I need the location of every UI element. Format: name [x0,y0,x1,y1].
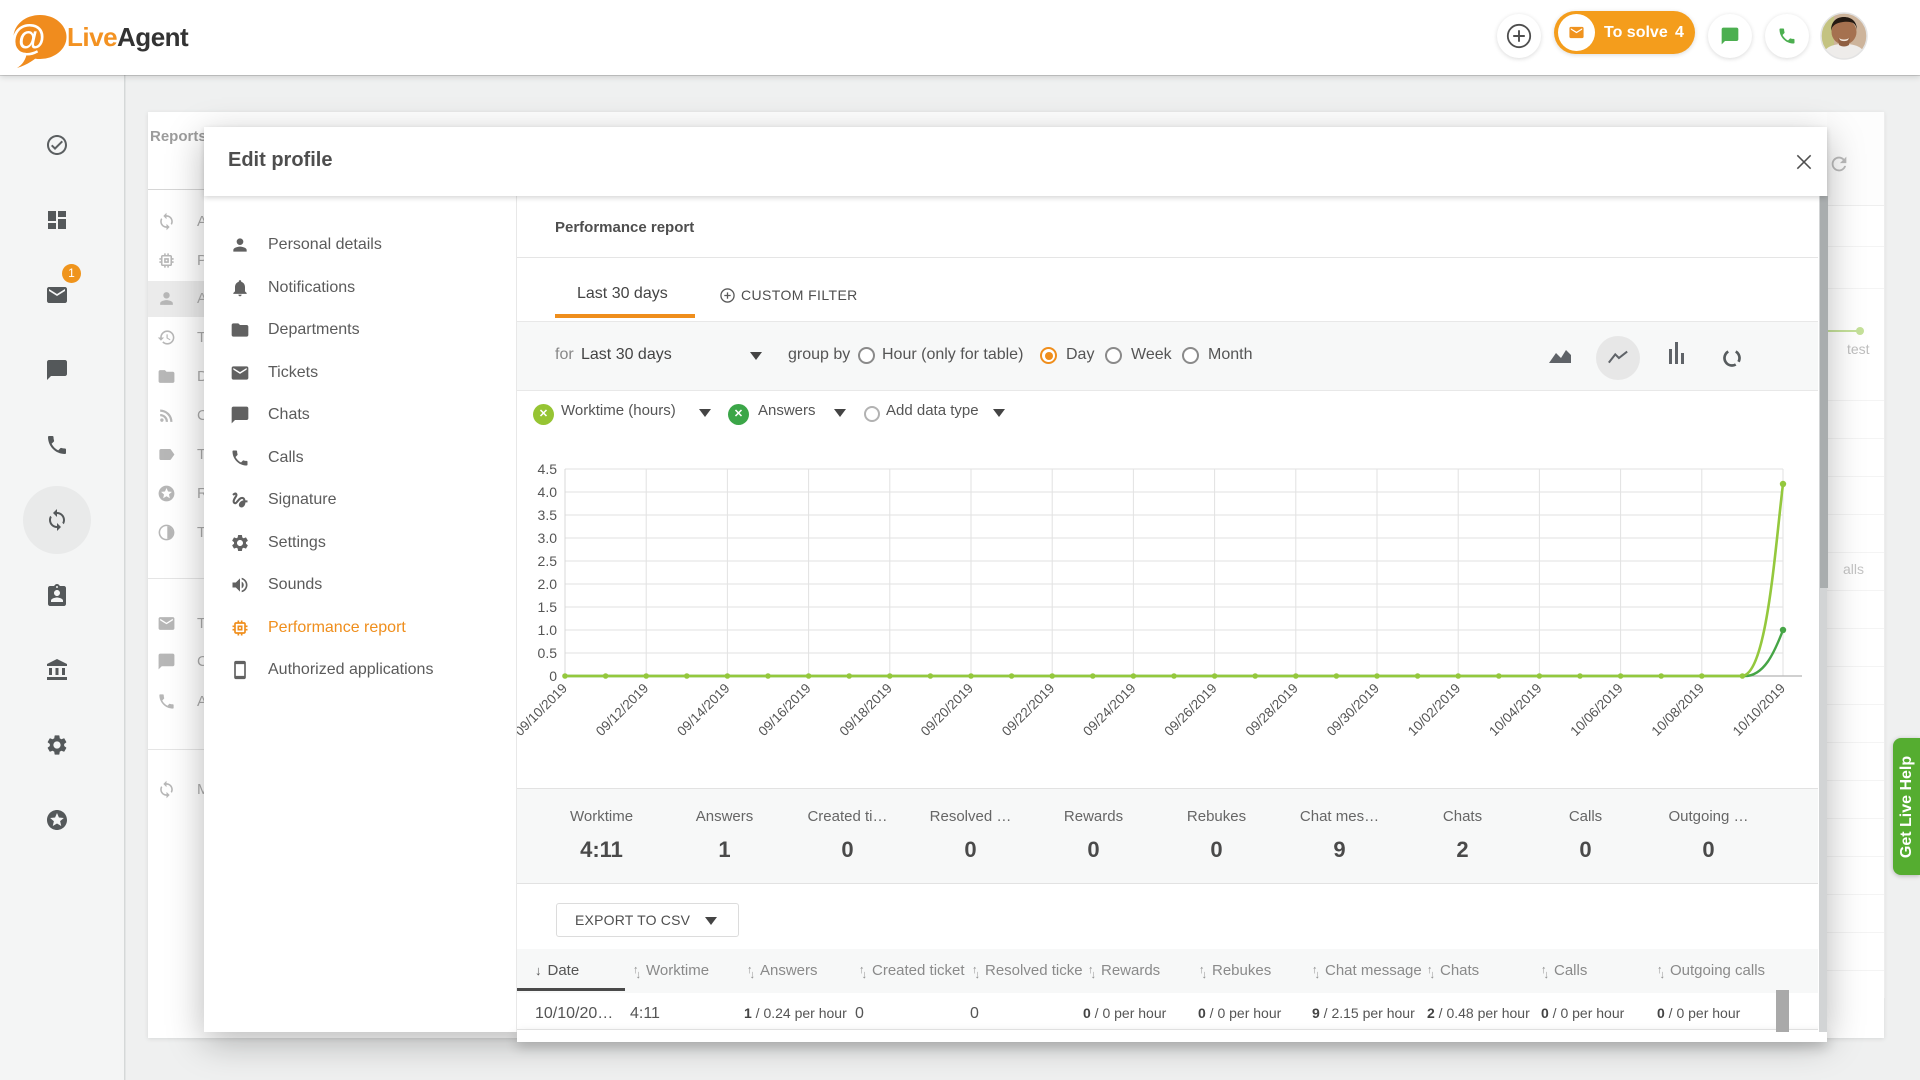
svg-text:10/04/2019: 10/04/2019 [1486,681,1544,739]
svg-text:4.0: 4.0 [538,484,558,500]
svg-text:3.5: 3.5 [538,507,558,523]
svg-text:09/24/2019: 09/24/2019 [1080,681,1138,739]
svg-text:2.5: 2.5 [538,553,558,569]
svg-text:3.0: 3.0 [538,530,558,546]
svg-text:2.0: 2.0 [538,576,558,592]
svg-text:10/08/2019: 10/08/2019 [1649,681,1707,739]
svg-text:LiveAgent: LiveAgent [67,22,189,52]
svg-text:09/26/2019: 09/26/2019 [1161,681,1219,739]
svg-text:10/10/2019: 10/10/2019 [1730,681,1788,739]
svg-text:0: 0 [549,668,557,684]
svg-text:09/14/2019: 09/14/2019 [674,681,732,739]
svg-text:1.5: 1.5 [538,599,558,615]
svg-text:0.5: 0.5 [538,645,558,661]
svg-text:09/30/2019: 09/30/2019 [1324,681,1382,739]
svg-text:1.0: 1.0 [538,622,558,638]
svg-text:@: @ [10,17,45,58]
svg-text:09/20/2019: 09/20/2019 [918,681,976,739]
svg-text:09/10/2019: 09/10/2019 [517,681,570,739]
svg-text:10/06/2019: 10/06/2019 [1567,681,1625,739]
svg-text:4.5: 4.5 [538,461,558,477]
svg-text:10/02/2019: 10/02/2019 [1405,681,1463,739]
svg-text:09/22/2019: 09/22/2019 [999,681,1057,739]
svg-text:09/28/2019: 09/28/2019 [1243,681,1301,739]
svg-text:09/16/2019: 09/16/2019 [755,681,813,739]
svg-text:09/18/2019: 09/18/2019 [837,681,895,739]
svg-text:09/12/2019: 09/12/2019 [593,681,651,739]
